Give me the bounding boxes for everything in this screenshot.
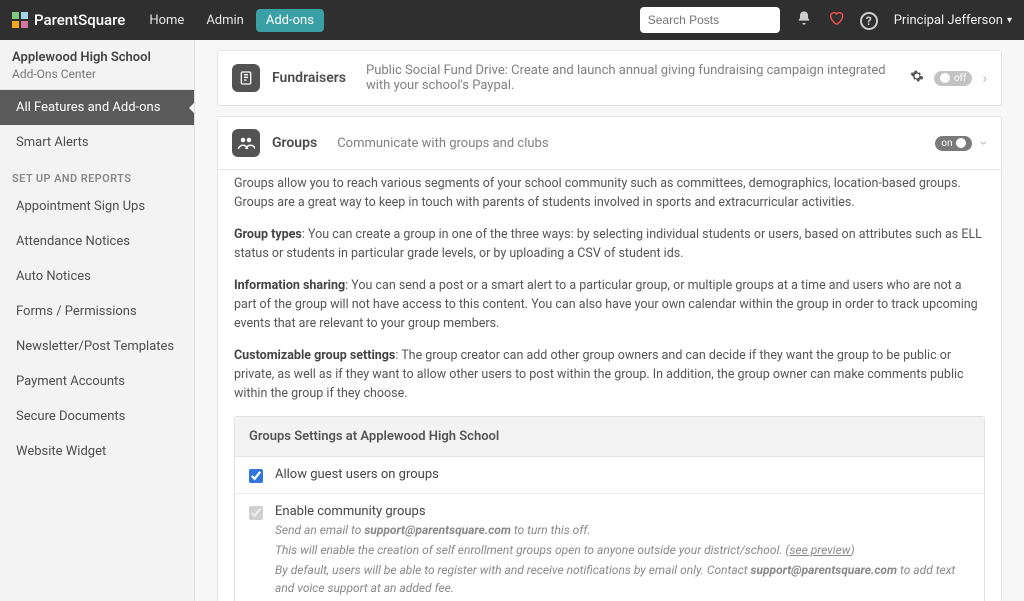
brand-text: ParentSquare xyxy=(34,11,125,29)
caret-down-icon: ▾ xyxy=(1007,15,1012,26)
school-name: Applewood High School xyxy=(12,50,182,65)
chevron-right-icon: › xyxy=(982,69,987,87)
groups-types: Group types: You can create a group in o… xyxy=(234,225,985,264)
sidebar-subtitle: Add-Ons Center xyxy=(12,67,182,81)
groups-settings-panel: Groups Settings at Applewood High School… xyxy=(234,416,985,601)
sidebar-item-newsletter[interactable]: Newsletter/Post Templates xyxy=(0,329,194,364)
groups-body: Groups allow you to reach various segmen… xyxy=(217,160,1002,601)
fundraisers-desc: Public Social Fund Drive: Create and lau… xyxy=(366,63,898,93)
enable-community-hint3: By default, users will be able to regist… xyxy=(275,561,970,597)
settings-header: Groups Settings at Applewood High School xyxy=(235,417,984,457)
feature-row-fundraisers[interactable]: Fundraisers Public Social Fund Drive: Cr… xyxy=(217,50,1002,106)
enable-community-hint1: Send an email to support@parentsquare.co… xyxy=(275,521,970,539)
chevron-down-icon: › xyxy=(976,141,994,146)
nav-admin[interactable]: Admin xyxy=(196,7,254,34)
enable-community-checkbox xyxy=(249,506,263,520)
sidebar-section-setup: SET UP AND REPORTS xyxy=(0,160,194,189)
allow-guest-checkbox[interactable] xyxy=(249,469,263,483)
groups-toggle[interactable]: on xyxy=(935,136,972,151)
sidebar-item-smart-alerts[interactable]: Smart Alerts xyxy=(0,125,194,160)
sidebar-item-attendance[interactable]: Attendance Notices xyxy=(0,224,194,259)
fundraisers-icon xyxy=(232,64,260,92)
logo-icon xyxy=(12,12,28,28)
user-name: Principal Jefferson xyxy=(894,13,1003,28)
sidebar-item-secure-docs[interactable]: Secure Documents xyxy=(0,399,194,434)
user-menu[interactable]: Principal Jefferson ▾ xyxy=(894,13,1012,28)
groups-desc: Communicate with groups and clubs xyxy=(337,136,923,151)
bell-icon[interactable] xyxy=(796,10,812,30)
allow-guest-label: Allow guest users on groups xyxy=(275,467,970,482)
groups-intro: Groups allow you to reach various segmen… xyxy=(234,174,985,213)
brand-logo[interactable]: ParentSquare xyxy=(12,11,125,29)
groups-icon xyxy=(232,129,260,157)
groups-title: Groups xyxy=(272,135,317,151)
sidebar-item-website-widget[interactable]: Website Widget xyxy=(0,434,194,469)
fundraisers-toggle[interactable]: off xyxy=(934,71,973,86)
see-preview-link[interactable]: see preview xyxy=(789,543,850,557)
setting-enable-community: Enable community groups Send an email to… xyxy=(235,494,984,601)
gear-icon[interactable] xyxy=(910,69,924,87)
groups-info: Information sharing: You can send a post… xyxy=(234,276,985,334)
sidebar-item-appointment[interactable]: Appointment Sign Ups xyxy=(0,189,194,224)
sidebar-item-all-features[interactable]: All Features and Add-ons xyxy=(0,90,194,125)
nav-addons[interactable]: Add-ons xyxy=(256,9,324,32)
groups-custom: Customizable group settings: The group c… xyxy=(234,346,985,404)
heart-icon[interactable] xyxy=(828,10,844,30)
feature-row-groups[interactable]: Groups Communicate with groups and clubs… xyxy=(217,116,1002,170)
nav-home[interactable]: Home xyxy=(139,7,194,34)
sidebar-item-payment[interactable]: Payment Accounts xyxy=(0,364,194,399)
fundraisers-title: Fundraisers xyxy=(272,70,346,86)
sidebar-item-forms[interactable]: Forms / Permissions xyxy=(0,294,194,329)
setting-allow-guest: Allow guest users on groups xyxy=(235,457,984,494)
search-input[interactable] xyxy=(640,7,780,33)
sidebar-item-auto-notices[interactable]: Auto Notices xyxy=(0,259,194,294)
enable-community-hint2: This will enable the creation of self en… xyxy=(275,541,970,559)
enable-community-label: Enable community groups xyxy=(275,504,970,519)
help-icon[interactable]: ? xyxy=(860,10,878,30)
